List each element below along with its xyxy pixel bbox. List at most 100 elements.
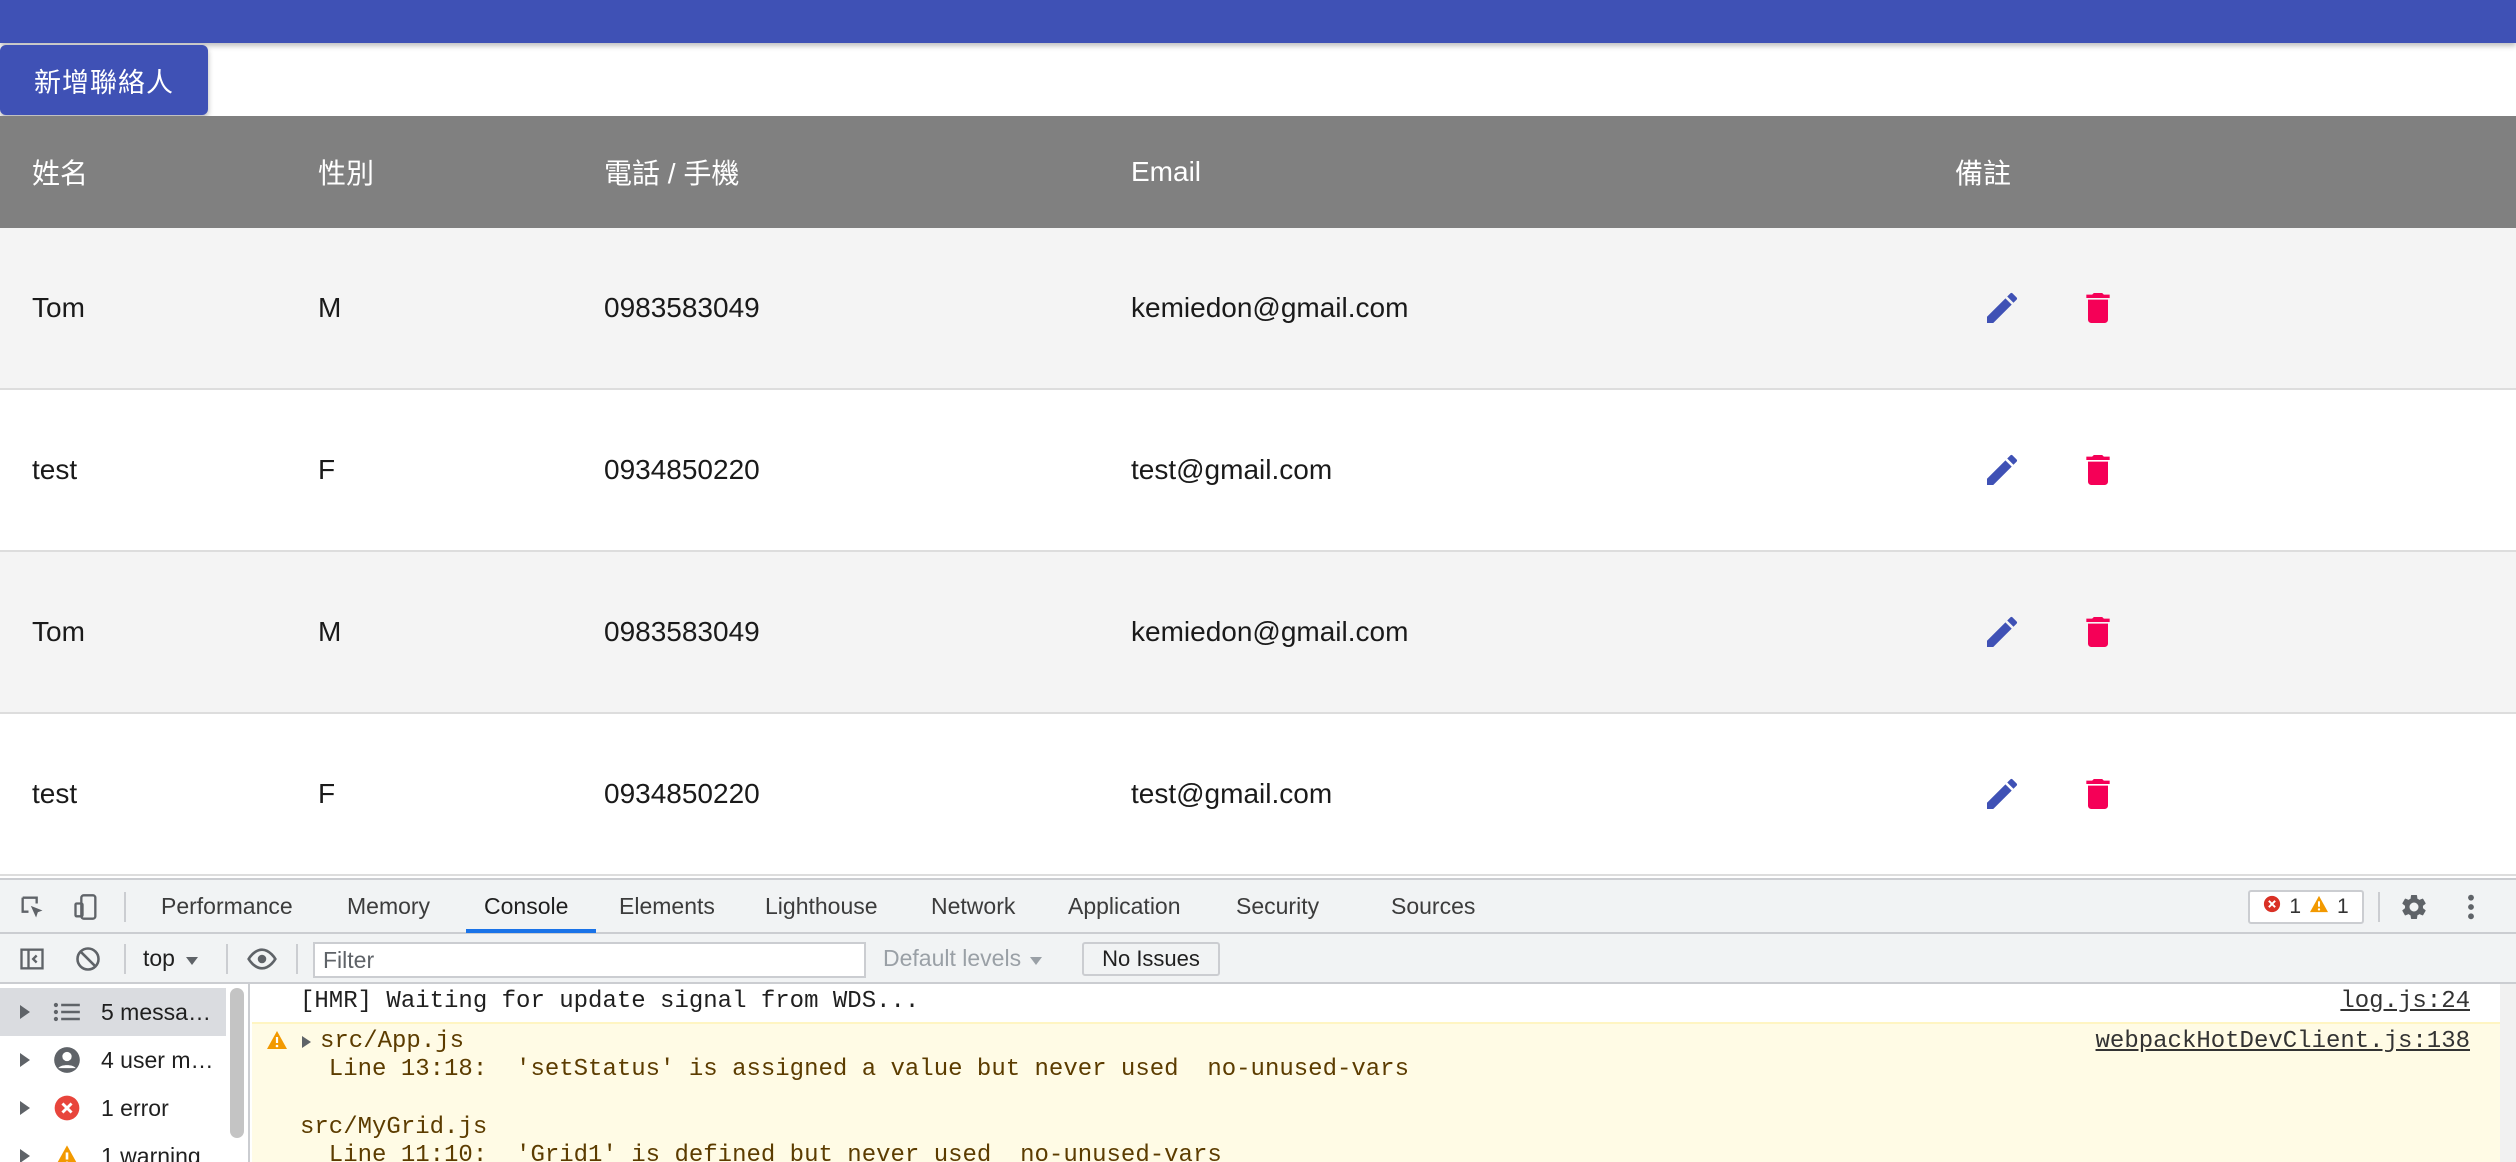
tab-network[interactable]: Network <box>931 880 1015 932</box>
cell-name: test <box>32 778 78 809</box>
sidebar-item-warnings[interactable]: 1 warning <box>0 1132 226 1162</box>
app-bar <box>0 0 2516 43</box>
console-scrollbar[interactable] <box>2500 984 2516 1162</box>
device-toolbar-icon[interactable] <box>70 892 102 922</box>
edit-icon[interactable] <box>1976 768 2028 820</box>
column-header-phone[interactable]: 電話 / 手機 <box>604 116 739 228</box>
warning-icon <box>2309 895 2329 919</box>
console-warning-message: src/App.js Line 13:18: 'setStatus' is as… <box>252 1022 2516 1162</box>
edit-icon[interactable] <box>1976 606 2028 658</box>
column-header-email[interactable]: Email <box>1131 116 1201 228</box>
sidebar-item-messages[interactable]: 5 messages <box>0 988 226 1036</box>
user-icon <box>52 1045 82 1075</box>
sidebar-item-label: 4 user messages <box>101 1046 219 1073</box>
dropdown-arrow-icon <box>1029 945 1043 972</box>
tab-console[interactable]: Console <box>484 880 568 932</box>
grid-header: 姓名 性別 電話 / 手機 Email 備註 <box>0 116 2516 228</box>
edit-icon[interactable] <box>1976 444 2028 496</box>
sidebar-scrollbar[interactable] <box>230 988 244 1138</box>
expand-arrow-icon[interactable] <box>20 1005 30 1019</box>
divider <box>226 944 228 974</box>
sidebar-item-user-messages[interactable]: 4 user messages <box>0 1036 226 1084</box>
context-label: top <box>143 944 175 971</box>
active-tab-indicator <box>466 929 596 933</box>
delete-icon[interactable] <box>2072 282 2124 334</box>
context-selector[interactable]: top <box>143 934 199 982</box>
devtools-panel: Performance Memory Console Elements Ligh… <box>0 878 2516 1162</box>
cell-gender: F <box>318 454 336 485</box>
issues-counter[interactable]: 1 1 <box>2248 890 2364 924</box>
cell-email: test@gmail.com <box>1131 778 1333 809</box>
source-link[interactable]: webpackHotDevClient.js:138 <box>2096 1028 2470 1055</box>
cell-name: test <box>32 454 78 485</box>
list-icon <box>52 997 82 1027</box>
delete-icon[interactable] <box>2072 768 2124 820</box>
cell-email: kemiedon@gmail.com <box>1131 616 1409 647</box>
tab-performance[interactable]: Performance <box>161 880 293 932</box>
cell-gender: M <box>318 616 342 647</box>
divider <box>124 892 126 922</box>
delete-icon[interactable] <box>2072 606 2124 658</box>
contacts-grid: 姓名 性別 電話 / 手機 Email 備註 Tom M 0983583049 … <box>0 116 2516 876</box>
expand-arrow-icon[interactable] <box>302 1036 311 1048</box>
column-header-note[interactable]: 備註 <box>1955 116 2011 228</box>
log-levels-label: Default levels <box>883 944 1022 971</box>
more-vertical-icon[interactable] <box>2456 890 2486 924</box>
error-icon <box>2263 895 2281 919</box>
cell-phone: 0934850220 <box>604 778 760 809</box>
expand-arrow-icon[interactable] <box>20 1053 30 1067</box>
error-count: 1 <box>2289 895 2301 918</box>
gear-icon[interactable] <box>2396 890 2432 924</box>
console-toolbar: top Default levels No Issues <box>0 934 2516 984</box>
warning-count: 1 <box>2337 895 2349 918</box>
log-levels-dropdown[interactable]: Default levels <box>883 934 1043 982</box>
add-contact-button[interactable]: 新增聯絡人 <box>0 45 208 115</box>
expand-arrow-icon[interactable] <box>20 1149 30 1162</box>
tab-security[interactable]: Security <box>1236 880 1319 932</box>
cell-email: kemiedon@gmail.com <box>1131 292 1409 323</box>
column-header-gender[interactable]: 性別 <box>318 116 374 228</box>
warning-icon <box>52 1141 82 1162</box>
cell-name: Tom <box>32 616 85 647</box>
sidebar-item-label: 1 error <box>101 1094 169 1121</box>
cell-name: Tom <box>32 292 85 323</box>
cell-phone: 0934850220 <box>604 454 760 485</box>
divider <box>2378 892 2380 922</box>
sidebar-item-label: 1 warning <box>101 1142 201 1162</box>
issues-button[interactable]: No Issues <box>1082 942 1220 976</box>
tab-elements[interactable]: Elements <box>619 880 715 932</box>
inspect-element-icon[interactable] <box>16 892 48 922</box>
tab-sources[interactable]: Sources <box>1391 880 1475 932</box>
sidebar-item-errors[interactable]: 1 error <box>0 1084 226 1132</box>
console-output: [HMR] Waiting for update signal from WDS… <box>252 984 2516 1162</box>
tab-application[interactable]: Application <box>1068 880 1181 932</box>
warning-detail: Line 13:18: 'setStatus' is assigned a va… <box>300 1056 1409 1083</box>
sidebar-toggle-icon[interactable] <box>16 944 48 974</box>
devtools-tab-bar: Performance Memory Console Elements Ligh… <box>0 880 2516 934</box>
eye-icon[interactable] <box>244 944 280 974</box>
divider <box>296 944 298 974</box>
delete-icon[interactable] <box>2072 444 2124 496</box>
warning-detail: Line 11:10: 'Grid1' is defined but never… <box>300 1142 1222 1162</box>
table-row: test F 0934850220 test@gmail.com <box>0 714 2516 876</box>
expand-arrow-icon[interactable] <box>20 1101 30 1115</box>
console-sidebar: 5 messages 4 user messages 1 error 1 war… <box>0 984 250 1162</box>
table-row: Tom M 0983583049 kemiedon@gmail.com <box>0 228 2516 390</box>
source-link[interactable]: log.js:24 <box>2340 988 2470 1015</box>
tab-lighthouse[interactable]: Lighthouse <box>765 880 878 932</box>
dropdown-arrow-icon <box>185 945 199 972</box>
filter-input[interactable] <box>313 942 866 978</box>
cell-gender: F <box>318 778 336 809</box>
warning-icon <box>266 1030 288 1058</box>
column-header-name[interactable]: 姓名 <box>32 116 88 228</box>
clear-console-icon[interactable] <box>72 944 104 974</box>
cell-phone: 0983583049 <box>604 616 760 647</box>
console-message: [HMR] Waiting for update signal from WDS… <box>252 984 2516 1022</box>
console-message-text: [HMR] Waiting for update signal from WDS… <box>300 988 920 1015</box>
tab-memory[interactable]: Memory <box>347 880 430 932</box>
cell-email: test@gmail.com <box>1131 454 1333 485</box>
edit-icon[interactable] <box>1976 282 2028 334</box>
divider <box>124 944 126 974</box>
warning-file: src/App.js <box>320 1028 465 1055</box>
table-row: Tom M 0983583049 kemiedon@gmail.com <box>0 552 2516 714</box>
